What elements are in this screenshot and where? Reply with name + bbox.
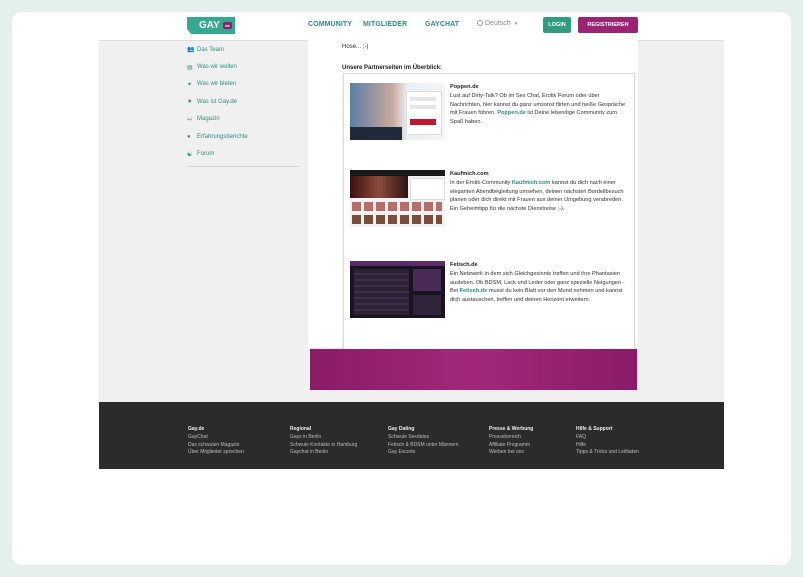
sidebar-item-label: Erfahrungsberichte: [197, 133, 248, 140]
sidebar-item-label: Was wir wollen: [197, 64, 237, 71]
poppen-description: Poppen.de Lust auf Dirty-Talk? Ob im Sex…: [450, 83, 630, 127]
site-footer: Gay.de GayChat Das schwulen Magazin Über…: [99, 402, 724, 469]
footer-col-dating: Gay Dating Schwule Sexdates Fetisch & BD…: [388, 426, 459, 457]
screenshot-frame: GAY de COMMUNITY MITGLIEDER GAYCHAT Deut…: [12, 12, 791, 565]
intro-text: Hose... ;-): [342, 44, 369, 50]
chat-icon: ●: [187, 133, 191, 140]
register-button[interactable]: REGISTRIEREN: [578, 17, 638, 33]
footer-link[interactable]: Hilfe: [576, 442, 639, 450]
footer-col-regional: Regional Gays in Berlin Schwule Kontakte…: [290, 426, 357, 457]
sidebar-item-label: Forum: [197, 151, 215, 158]
language-selector[interactable]: Deutsch ▾: [477, 20, 517, 27]
footer-link[interactable]: Schwule Sexdates: [388, 434, 459, 442]
poppen-link[interactable]: Poppen.de: [497, 110, 526, 116]
nav-mitglieder[interactable]: MITGLIEDER: [363, 21, 407, 28]
footer-link[interactable]: GayChat: [188, 434, 244, 442]
site-header: GAY de COMMUNITY MITGLIEDER GAYCHAT Deut…: [99, 12, 724, 41]
sidebar-item-label: Das Team: [197, 46, 224, 53]
logo-text: GAY: [199, 20, 220, 31]
footer-col-hilfe: Hilfe & Support FAQ Hilfe Tipps & Tricks…: [576, 426, 639, 457]
kaufmich-title[interactable]: Kaufmich.com: [450, 170, 630, 179]
poppen-thumbnail[interactable]: [350, 83, 445, 140]
sidebar-item-label: Magazin: [197, 116, 220, 123]
footer-link[interactable]: Tipps & Tricks und Leitfaden: [576, 449, 639, 457]
forum-icon: ☯: [187, 151, 193, 158]
footer-link[interactable]: FAQ: [576, 434, 639, 442]
kaufmich-thumbnail[interactable]: [350, 170, 445, 227]
star-icon: ★: [187, 99, 193, 106]
fetisch-description: Fetisch.de Ein Netzwerk in dem sich Glei…: [450, 261, 630, 305]
sidebar-item-label: Was ist Gay.de: [197, 98, 238, 105]
footer-heading: Gay.de: [188, 426, 205, 432]
nav-gaychat[interactable]: GAYCHAT: [425, 21, 459, 28]
sidebar: 👥 Das Team ▤ Was wir wollen ✦ Was wir biete…: [187, 41, 300, 167]
footer-heading: Gay Dating: [388, 426, 415, 432]
sidebar-item-wollen[interactable]: ▤ Was wir wollen: [187, 58, 300, 75]
footer-heading: Presse & Werbung: [489, 426, 534, 432]
kaufmich-link[interactable]: Kaufmich.com: [512, 180, 551, 186]
kaufmich-text-before: In der Erotik-Community: [450, 179, 512, 186]
globe-icon: [477, 20, 483, 26]
fetisch-thumbnail[interactable]: [350, 261, 445, 318]
kaufmich-description: Kaufmich.com In der Erotik-Community Kau…: [450, 170, 630, 214]
footer-link[interactable]: Gays in Berlin: [290, 434, 357, 442]
footer-link[interactable]: Pressebereich: [489, 434, 533, 442]
partner-heading: Unsere Partnerseiten im Überblick:: [342, 65, 443, 71]
footer-link[interactable]: Gay Escorts: [388, 449, 459, 457]
team-icon: 👥: [187, 47, 195, 54]
footer-link[interactable]: Gaychat in Berlin: [290, 449, 357, 457]
partner-card: Poppen.de Lust auf Dirty-Talk? Ob im Sex…: [343, 73, 635, 359]
sidebar-item-bieten[interactable]: ✦ Was wir bieten: [187, 76, 300, 93]
sidebar-item-team[interactable]: 👥 Das Team: [187, 41, 300, 58]
poppen-title[interactable]: Poppen.de: [450, 83, 630, 92]
sidebar-item-erfahrungsberichte[interactable]: ● Erfahrungsberichte: [187, 128, 300, 145]
nav-community[interactable]: COMMUNITY: [308, 21, 352, 28]
footer-link[interactable]: Werben bei uns: [489, 449, 533, 457]
language-label: Deutsch: [485, 20, 511, 27]
sidebar-item-forum[interactable]: ☯ Forum: [187, 145, 300, 162]
logo-badge: de: [223, 22, 232, 29]
footer-link[interactable]: Affiliate Programm: [489, 442, 533, 450]
sidebar-divider: [187, 165, 300, 167]
sidebar-item-label: Was wir bieten: [197, 81, 237, 88]
footer-link[interactable]: Über Mitglieder sprechen: [188, 449, 244, 457]
tag-icon: ✦: [187, 81, 193, 88]
footer-col-presse: Presse & Werbung Pressebereich Affiliate…: [489, 426, 533, 457]
footer-heading: Hilfe & Support: [576, 426, 613, 432]
sidebar-item-gayde[interactable]: ★ Was ist Gay.de: [187, 93, 300, 110]
sidebar-item-magazin[interactable]: ∺ Magazin: [187, 111, 300, 128]
fetisch-title[interactable]: Fetisch.de: [450, 261, 630, 270]
list-icon: ▤: [187, 64, 193, 71]
footer-col-gayde: Gay.de GayChat Das schwulen Magazin Über…: [188, 426, 244, 457]
ad-banner[interactable]: [310, 349, 637, 390]
main-content: Hose... ;-) Unsere Partnerseiten im Über…: [308, 40, 638, 359]
footer-link[interactable]: Schwule Kontakte in Hamburg: [290, 442, 357, 450]
website: GAY de COMMUNITY MITGLIEDER GAYCHAT Deut…: [99, 12, 724, 469]
fetisch-link[interactable]: Fetisch.de: [460, 288, 488, 294]
rss-icon: ∺: [187, 116, 193, 123]
chevron-down-icon: ▾: [514, 21, 518, 27]
login-button[interactable]: LOGIN: [543, 17, 571, 33]
footer-heading: Regional: [290, 426, 312, 432]
footer-link[interactable]: Fetisch & BDSM unter Männern: [388, 442, 459, 450]
logo[interactable]: GAY de: [187, 17, 235, 34]
